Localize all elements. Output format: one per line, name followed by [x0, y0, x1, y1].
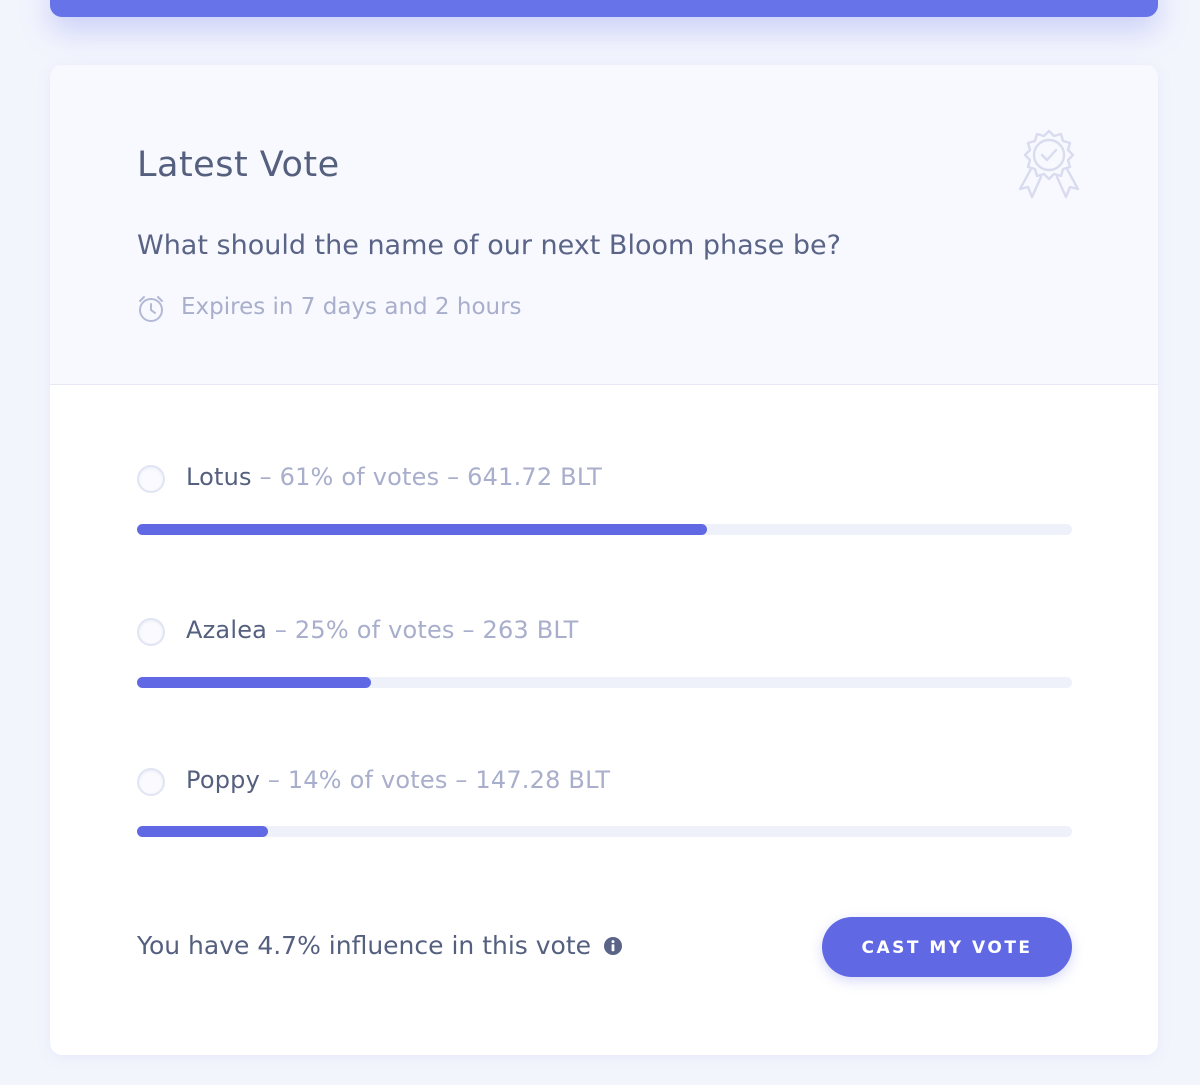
vote-progress-track [137, 677, 1072, 688]
vote-option-azalea[interactable]: Azalea – 25% of votes – 263 BLT [137, 616, 1072, 698]
vote-option-lotus[interactable]: Lotus – 61% of votes – 641.72 BLT [137, 463, 1072, 545]
option-name: Poppy [186, 766, 260, 794]
option-radio[interactable] [137, 768, 165, 796]
option-stats: – 61% of votes – 641.72 BLT [251, 463, 602, 491]
vote-card-header: Latest Vote What should the name of our … [50, 65, 1158, 385]
vote-progress-fill [137, 524, 708, 535]
card-title: Latest Vote [137, 145, 340, 185]
influence-text: You have 4.7% influence in this vote [137, 931, 592, 960]
vote-progress-fill [137, 826, 268, 837]
option-label: Azalea – 25% of votes – 263 BLT [186, 616, 579, 644]
vote-option-poppy[interactable]: Poppy – 14% of votes – 147.28 BLT [137, 766, 1072, 848]
vote-progress-track [137, 826, 1072, 837]
vote-progress-track [137, 524, 1072, 535]
info-icon[interactable] [603, 936, 623, 956]
option-name: Azalea [186, 616, 268, 644]
influence-text-row: You have 4.7% influence in this vote [137, 931, 623, 960]
vote-card: Latest Vote What should the name of our … [50, 65, 1158, 1055]
vote-question: What should the name of our next Bloom p… [137, 230, 842, 261]
top-banner [50, 0, 1158, 17]
option-name: Lotus [186, 463, 252, 491]
option-radio[interactable] [137, 618, 165, 646]
option-label: Poppy – 14% of votes – 147.28 BLT [186, 766, 610, 794]
option-stats: – 25% of votes – 263 BLT [267, 616, 579, 644]
cast-vote-button[interactable]: CAST MY VOTE [822, 917, 1072, 977]
award-badge-icon [1018, 129, 1080, 199]
alarm-clock-icon [139, 296, 163, 322]
vote-progress-fill [137, 677, 371, 688]
option-stats: – 14% of votes – 147.28 BLT [259, 766, 611, 794]
option-label: Lotus – 61% of votes – 641.72 BLT [186, 463, 602, 491]
expiry-text: Expires in 7 days and 2 hours [181, 294, 522, 320]
option-radio[interactable] [137, 465, 165, 493]
